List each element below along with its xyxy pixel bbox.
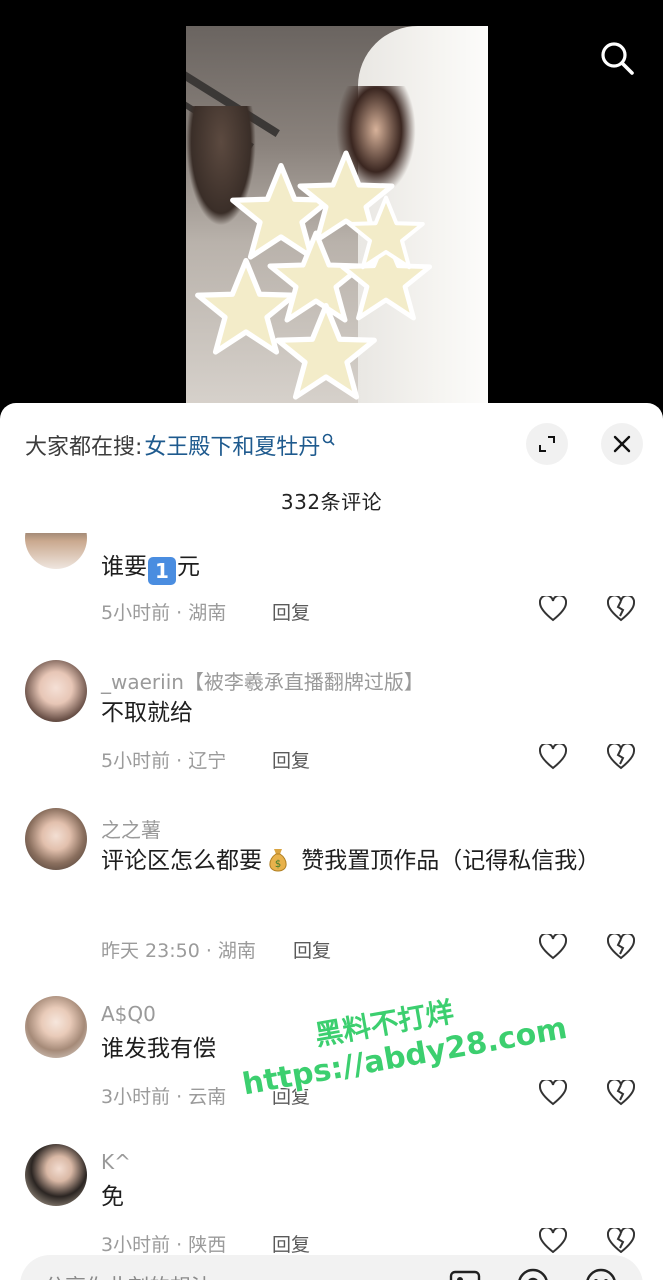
heart-icon: [539, 596, 567, 622]
comment-text: 谁要 1 元: [101, 546, 601, 588]
reply-button[interactable]: 回复: [272, 746, 310, 773]
comment-text-part: 赞我置顶作品（记得私信我）: [294, 848, 601, 874]
mention-button[interactable]: [516, 1267, 550, 1280]
heart-icon: [539, 934, 567, 960]
username[interactable]: K^: [101, 1150, 131, 1174]
broken-heart-icon: [607, 596, 635, 622]
comment-text: 不取就给: [101, 700, 193, 726]
search-icon: [601, 42, 634, 75]
comment-list[interactable]: 谁要 1 元 5小时前 · 湖南 回复 _waeriin【被李羲承直播翻牌过版】 不…: [0, 533, 663, 1253]
comment-meta: 5小时前 · 湖南: [101, 602, 227, 624]
reply-button[interactable]: 回复: [293, 936, 331, 963]
sheet-header: 大家都在搜: 女王殿下和夏牡丹 332条评论: [0, 403, 663, 514]
avatar[interactable]: [25, 996, 87, 1058]
app-screen: 大家都在搜: 女王殿下和夏牡丹 332条评论 谁要 1 元 5小时前 · 湖南 …: [0, 0, 663, 1280]
comment-meta: 5小时前 · 辽宁: [101, 750, 227, 772]
comment-meta: 3小时前 · 陕西: [101, 1234, 227, 1253]
dislike-button[interactable]: [604, 1224, 638, 1253]
comment-text-part: 评论区怎么都要: [101, 848, 262, 874]
broken-heart-icon: [607, 1228, 635, 1253]
trend-keyword-link[interactable]: 女王殿下和夏牡丹: [144, 429, 320, 461]
username[interactable]: 之之薯: [101, 814, 161, 843]
expand-icon: [539, 436, 555, 452]
comment-text-part: 元: [177, 554, 200, 580]
dislike-button[interactable]: [604, 930, 638, 964]
like-button[interactable]: [536, 740, 570, 774]
avatar[interactable]: [25, 808, 87, 870]
video-player[interactable]: [0, 0, 663, 420]
broken-heart-icon: [607, 744, 635, 770]
image-button[interactable]: [448, 1267, 482, 1280]
like-button[interactable]: [536, 592, 570, 626]
svg-text:$: $: [275, 859, 281, 870]
avatar[interactable]: [25, 1144, 87, 1206]
like-button[interactable]: [536, 930, 570, 964]
reply-button[interactable]: 回复: [272, 1230, 310, 1253]
trending-search[interactable]: 大家都在搜: 女王殿下和夏牡丹: [25, 429, 336, 461]
dislike-button[interactable]: [604, 740, 638, 774]
at-icon: [518, 1268, 548, 1280]
close-icon: [613, 435, 631, 453]
dislike-button[interactable]: [604, 1076, 638, 1110]
broken-heart-icon: [607, 1080, 635, 1106]
star-sticker-overlay: [186, 26, 488, 420]
heart-icon: [539, 744, 567, 770]
small-search-icon: [322, 433, 336, 446]
expand-button[interactable]: [526, 423, 568, 465]
search-button[interactable]: [597, 38, 637, 78]
comment-input[interactable]: 分享你此刻的想法: [44, 1271, 212, 1280]
reply-button[interactable]: 回复: [272, 598, 310, 625]
username[interactable]: _waeriin【被李羲承直播翻牌过版】: [101, 666, 424, 695]
avatar[interactable]: [25, 533, 87, 569]
emoji-button[interactable]: [584, 1267, 618, 1280]
avatar[interactable]: [25, 660, 87, 722]
comment-count: 332条评论: [280, 490, 383, 514]
comment-text: 评论区怎么都要 $ 赞我置顶作品（记得私信我）: [101, 840, 601, 887]
keycap-one-emoji: 1: [148, 557, 176, 585]
like-button[interactable]: [536, 1224, 570, 1253]
money-bag-emoji: $: [266, 845, 290, 887]
broken-heart-icon: [607, 934, 635, 960]
comment-text: 谁发我有偿: [101, 1036, 216, 1062]
image-icon: [449, 1270, 481, 1280]
comment-meta: 昨天 23:50 · 湖南: [101, 940, 256, 962]
like-button[interactable]: [536, 1076, 570, 1110]
username[interactable]: A$Q0: [101, 1002, 156, 1026]
dislike-button[interactable]: [604, 592, 638, 626]
comment-input-bar[interactable]: 分享你此刻的想法: [20, 1255, 643, 1280]
heart-icon: [539, 1228, 567, 1253]
emoji-icon: [586, 1268, 616, 1280]
comment-text-part: 谁要: [101, 554, 147, 580]
comment-meta: 3小时前 · 云南: [101, 1086, 227, 1108]
heart-icon: [539, 1080, 567, 1106]
trend-prefix: 大家都在搜:: [25, 435, 143, 460]
video-frame[interactable]: [186, 26, 488, 420]
comment-sheet: 大家都在搜: 女王殿下和夏牡丹 332条评论 谁要 1 元 5小时前 · 湖南 …: [0, 403, 663, 1280]
close-button[interactable]: [601, 423, 643, 465]
comment-text: 免: [101, 1184, 124, 1210]
reply-button[interactable]: 回复: [272, 1082, 310, 1109]
